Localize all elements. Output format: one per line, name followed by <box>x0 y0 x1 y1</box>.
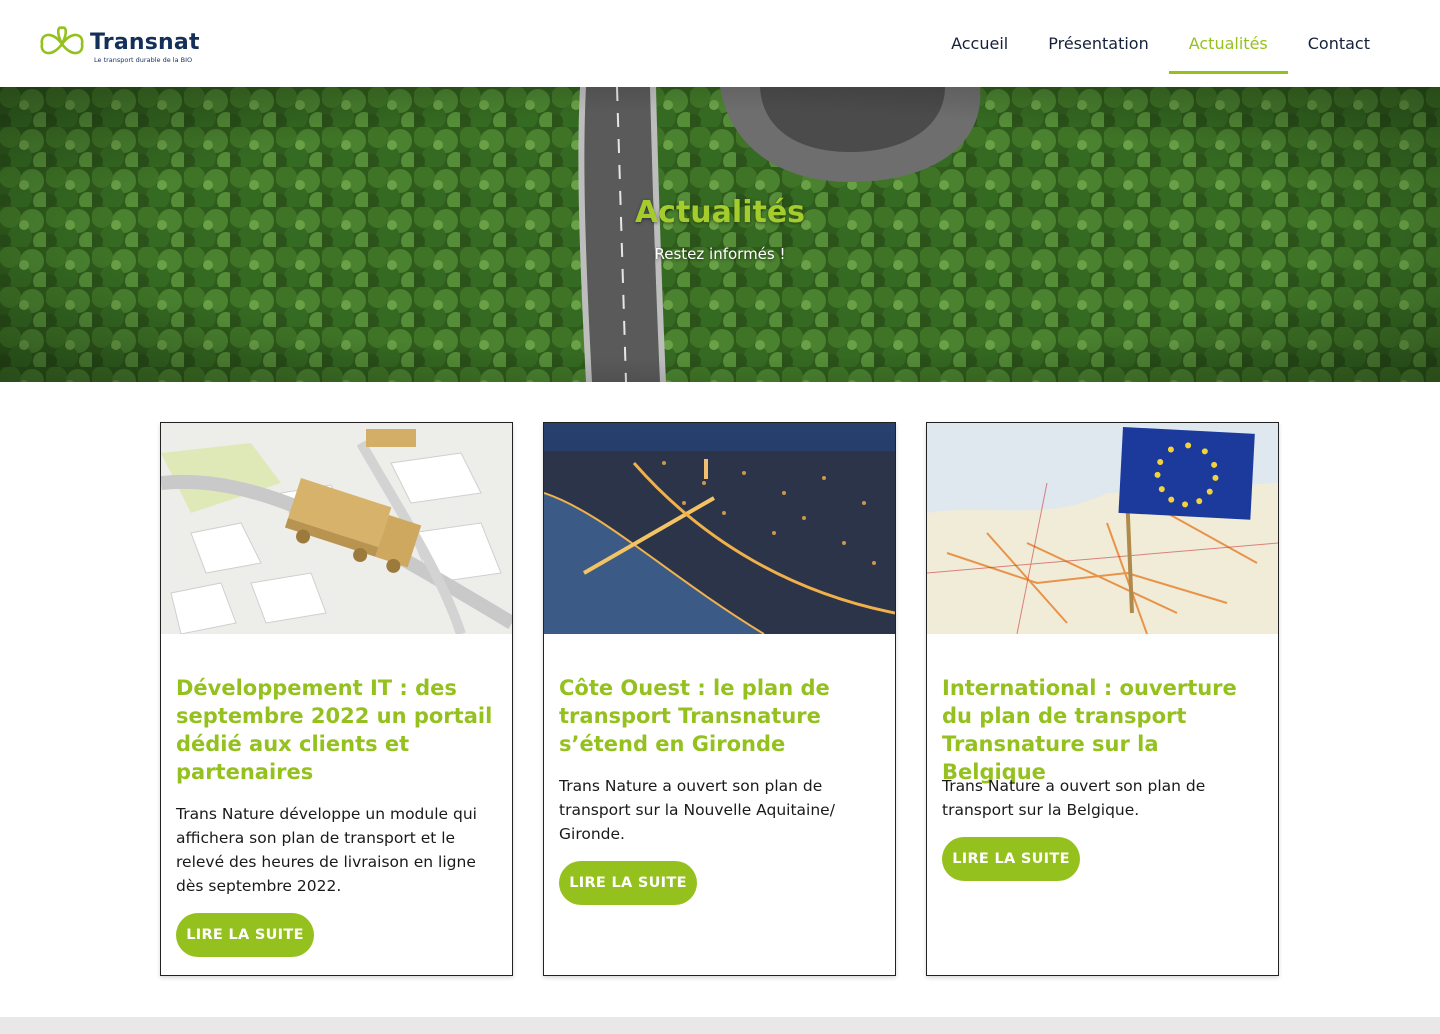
news-card: International : ouverture du plan de tra… <box>926 422 1279 976</box>
logo-mark-icon <box>40 26 84 55</box>
logo[interactable]: Transnat Le transport durable de la BIO <box>38 24 208 66</box>
footer-strip <box>0 1017 1440 1034</box>
nav-item-contact[interactable]: Contact <box>1288 0 1390 87</box>
eu-flag-map-image[interactable] <box>927 423 1278 634</box>
news-card: Développement IT : des septembre 2022 un… <box>160 422 513 976</box>
nav-item-accueil[interactable]: Accueil <box>931 0 1028 87</box>
card-text: Trans Nature a ouvert son plan de transp… <box>559 777 835 843</box>
nav-item-presentation[interactable]: Présentation <box>1028 0 1168 87</box>
logo-name: Transnat <box>90 30 200 55</box>
forest-road-image <box>0 87 1440 382</box>
main-nav: Accueil Présentation Actualités Contact <box>931 0 1390 87</box>
card-text: Trans Nature a ouvert son plan de transp… <box>942 777 1206 819</box>
hero-subtitle: Restez informés ! <box>654 245 786 263</box>
read-more-button[interactable]: LIRE LA SUITE <box>176 913 314 957</box>
card-text: Trans Nature développe un module qui aff… <box>176 805 477 895</box>
card-title[interactable]: International : ouverture du plan de tra… <box>942 674 1267 786</box>
hero-banner: Actualités Restez informés ! <box>0 87 1440 382</box>
news-card: Côte Ouest : le plan de transport Transn… <box>543 422 896 976</box>
nav-item-actualites[interactable]: Actualités <box>1168 0 1288 87</box>
card-title[interactable]: Côte Ouest : le plan de transport Transn… <box>559 674 884 758</box>
hero-title: Actualités <box>634 195 806 230</box>
truck-map-image[interactable] <box>161 423 512 634</box>
site-header: Transnat Le transport durable de la BIO … <box>0 0 1440 87</box>
read-more-button[interactable]: LIRE LA SUITE <box>942 837 1080 881</box>
card-title[interactable]: Développement IT : des septembre 2022 un… <box>176 674 501 786</box>
bordeaux-night-image[interactable] <box>544 423 895 634</box>
logo-tagline: Le transport durable de la BIO <box>94 56 193 64</box>
read-more-button[interactable]: LIRE LA SUITE <box>559 861 697 905</box>
